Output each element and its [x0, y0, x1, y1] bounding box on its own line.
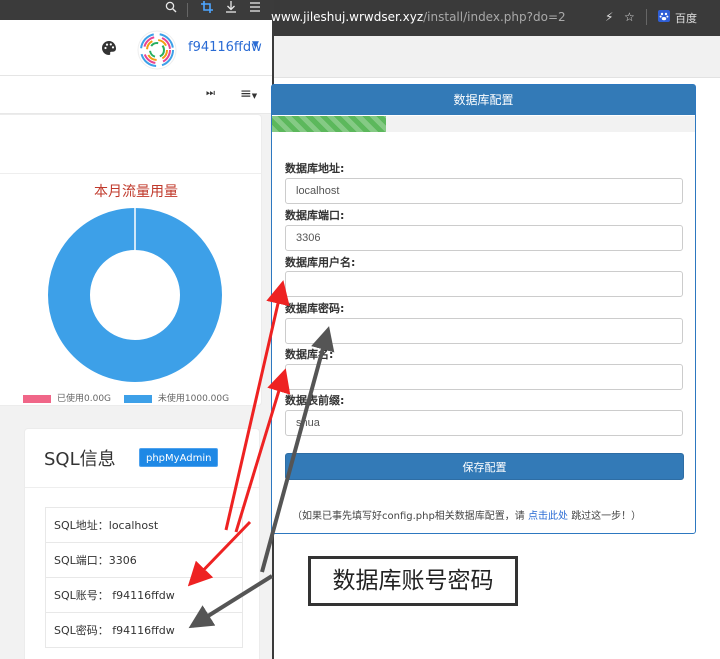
gray-arrow-to-sql-password: [188, 574, 274, 629]
red-arrow-to-sql-account: [187, 520, 252, 587]
gray-arrow-to-password: [260, 326, 335, 573]
screenshot-root: f94116ffdw ▼ ⏭ ≡▼ 本月流量用量 已使用0.00G 未使用100…: [0, 0, 720, 659]
annotation-callout: 数据库账号密码: [308, 556, 518, 606]
